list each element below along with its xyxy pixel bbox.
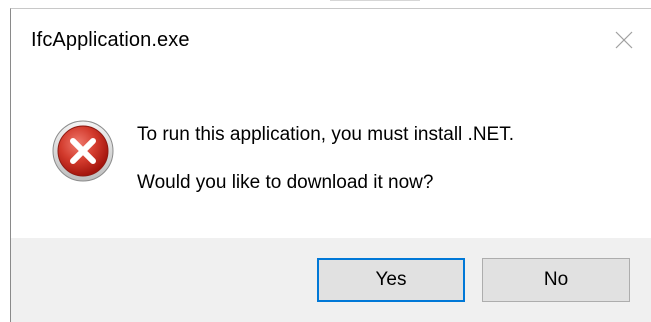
message-line-2: Would you like to download it now? [137,172,434,193]
window-title: IfcApplication.exe [31,29,190,51]
desktop-edge-top [0,0,651,8]
close-button[interactable] [607,23,641,57]
message-dialog: IfcApplication.exe To run this applicati… [10,8,651,322]
yes-button[interactable]: Yes [317,258,465,302]
button-bar: Yes No [11,238,651,322]
message-text: To run this application, you must instal… [137,121,514,197]
error-icon [51,119,115,183]
desktop-edge-left [0,0,10,322]
message-line-1: To run this application, you must instal… [137,124,515,145]
no-button[interactable]: No [482,258,630,302]
close-icon [615,31,633,49]
